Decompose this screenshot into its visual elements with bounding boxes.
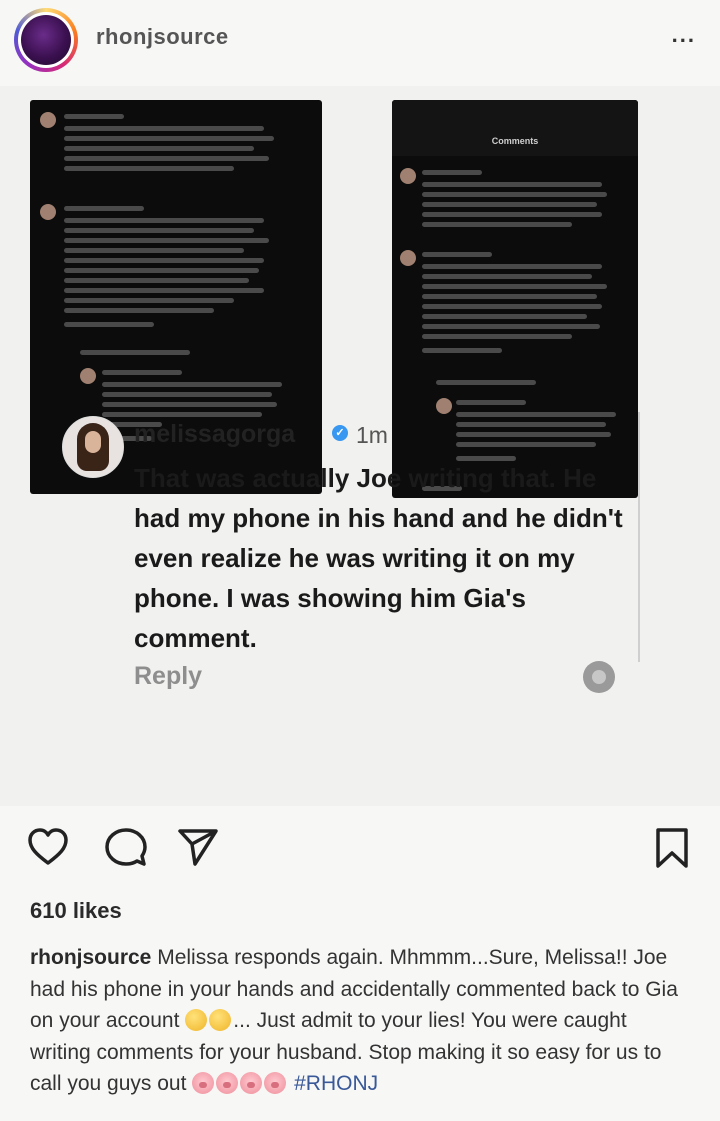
share-icon[interactable] [176,826,220,870]
reply-button[interactable]: Reply [134,662,202,691]
heart-icon[interactable] [26,826,70,870]
pig-face-emoji-icon [240,1072,263,1094]
comment-text: That was actually Joe writing that. He h… [134,463,623,653]
more-options-icon[interactable]: ... [672,22,696,48]
relieved-face-emoji-icon [185,1009,208,1031]
comment-avatar[interactable] [62,416,124,478]
comment-timestamp: 1m [356,422,388,448]
post-username[interactable]: rhonjsource [96,24,229,50]
comment-icon[interactable] [104,826,148,870]
profile-avatar[interactable] [14,8,78,72]
right-screenshot: Comments [392,100,638,498]
post-header: rhonjsource ... [0,0,720,80]
action-bar [0,826,720,876]
comment-username[interactable]: melissagorga [134,420,295,449]
bookmark-icon[interactable] [650,826,694,870]
post-caption: rhonjsource Melissa responds again. Mhmm… [30,942,690,1100]
thread-divider [638,412,640,662]
crying-laughing-emoji-icon [209,1009,232,1031]
verified-badge-icon: ✓ [332,425,348,441]
pig-face-emoji-icon [264,1072,287,1094]
likes-count[interactable]: 610 likes [30,898,122,924]
pig-face-emoji-icon [192,1072,215,1094]
caption-username[interactable]: rhonjsource [30,946,151,969]
hashtag-link[interactable]: #RHONJ [294,1072,378,1095]
pig-face-emoji-icon [216,1072,239,1094]
comment-options-icon[interactable] [583,661,615,693]
